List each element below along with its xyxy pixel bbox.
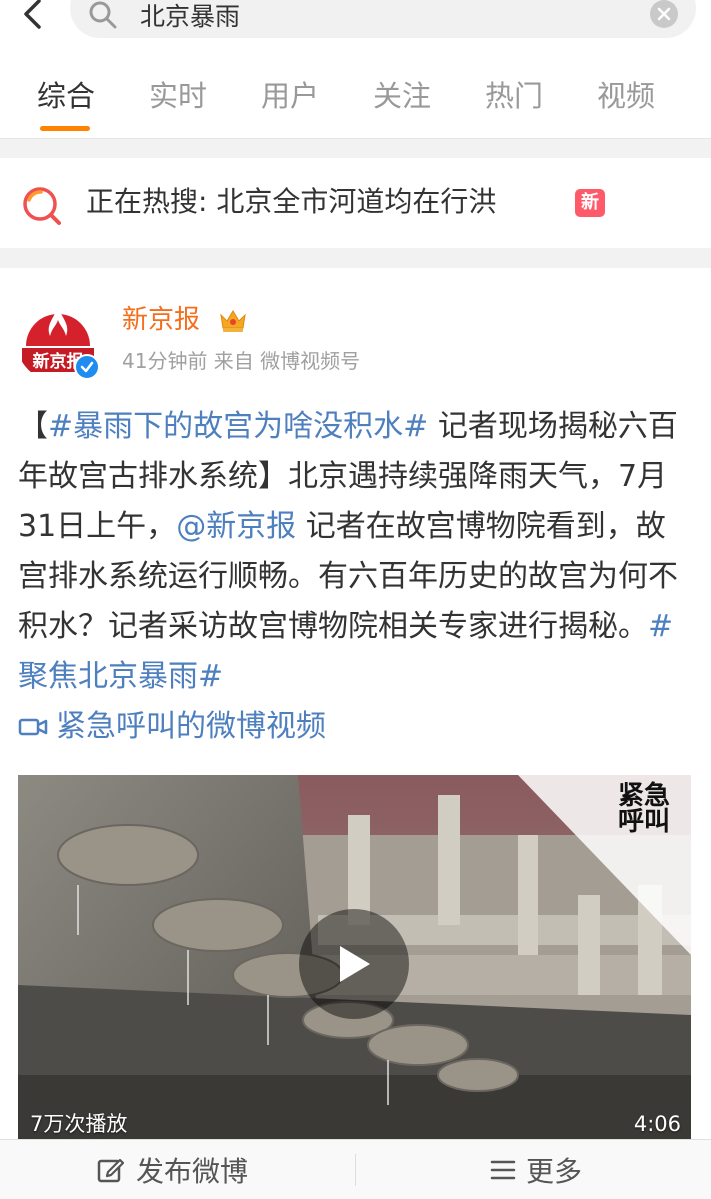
- content-text: 【: [18, 409, 48, 444]
- menu-icon: [490, 1160, 516, 1180]
- edit-icon: [97, 1158, 124, 1183]
- tab-all[interactable]: 综合: [37, 78, 95, 114]
- crown-icon: [220, 310, 246, 332]
- video-link[interactable]: 紧急呼叫的微博视频: [18, 702, 326, 752]
- back-button[interactable]: [14, 0, 50, 34]
- section-gap: [0, 139, 711, 158]
- post-content: 【#暴雨下的故宫为啥没积水# 记者现场揭秘六百年故宫古排水系统】北京遇持续强降雨…: [18, 402, 694, 702]
- video-player[interactable]: 紧急呼叫 7万次播放 4:06: [18, 775, 691, 1139]
- bottom-bar: 发布微博 更多: [0, 1139, 711, 1199]
- mention-link[interactable]: @新京报: [176, 509, 296, 544]
- tab-following[interactable]: 关注: [373, 78, 431, 114]
- top-bar: 北京暴雨: [0, 0, 711, 44]
- clear-search-button[interactable]: [650, 0, 678, 28]
- weibo-post: 新京报 新京报 41分钟前 来自 微博视频号 【#暴雨下的故宫为啥没积水# 记者…: [0, 268, 711, 1139]
- stamp-text: 紧急呼叫: [618, 781, 671, 837]
- more-label: 更多: [526, 1155, 583, 1188]
- divider: [355, 1154, 356, 1186]
- hot-search-icon: [23, 187, 61, 225]
- play-count: 7万次播放: [30, 1112, 128, 1136]
- video-duration: 4:06: [633, 1112, 681, 1136]
- tab-users[interactable]: 用户: [261, 78, 319, 114]
- search-icon: [89, 1, 117, 29]
- play-button[interactable]: [299, 909, 409, 1019]
- compose-label: 发布微博: [136, 1155, 249, 1188]
- section-gap: [0, 248, 711, 268]
- video-camera-icon: [18, 718, 48, 736]
- search-input[interactable]: 北京暴雨: [70, 0, 696, 38]
- active-tab-indicator: [40, 126, 90, 131]
- hashtag-link[interactable]: #暴雨下的故宫为啥没积水#: [48, 409, 428, 444]
- tab-realtime[interactable]: 实时: [149, 78, 207, 114]
- video-link-text[interactable]: 紧急呼叫的微博视频: [56, 702, 326, 752]
- checkmark-icon: [80, 361, 94, 373]
- compose-button[interactable]: 发布微博: [96, 1140, 248, 1199]
- hot-search-banner[interactable]: 正在热搜: 北京全市河道均在行洪 新: [0, 158, 711, 248]
- chevron-left-icon: [24, 0, 41, 29]
- post-meta: 41分钟前 来自 微博视频号: [122, 349, 361, 373]
- play-icon: [340, 946, 370, 982]
- search-tabs: 综合 实时 用户 关注 热门 视频: [0, 60, 711, 138]
- video-stamp: 紧急呼叫: [618, 783, 688, 835]
- more-button[interactable]: 更多: [490, 1140, 582, 1199]
- tab-hot[interactable]: 热门: [485, 78, 543, 114]
- verified-badge: [74, 354, 100, 380]
- author-name[interactable]: 新京报: [122, 304, 200, 336]
- new-badge: 新: [575, 189, 605, 217]
- search-query[interactable]: 北京暴雨: [140, 2, 240, 32]
- hot-search-text: 正在热搜: 北京全市河道均在行洪: [86, 185, 497, 218]
- tab-video[interactable]: 视频: [597, 78, 655, 114]
- close-icon: [657, 7, 671, 21]
